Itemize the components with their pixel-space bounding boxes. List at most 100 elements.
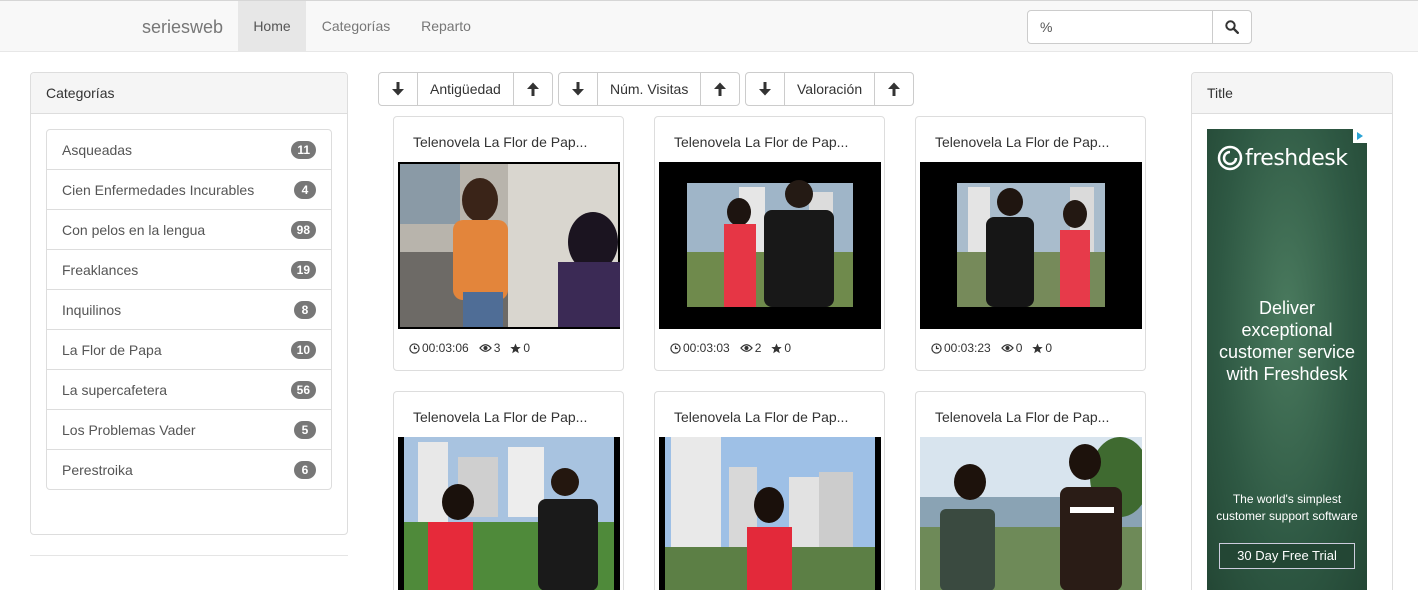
category-item[interactable]: Freaklances 19 (46, 249, 332, 290)
search-input[interactable] (1027, 10, 1213, 44)
category-item[interactable]: Perestroika 6 (46, 449, 332, 490)
brand-logo[interactable]: seriesweb (142, 17, 223, 38)
search-icon (1225, 20, 1239, 34)
category-count-badge: 98 (290, 221, 316, 239)
category-count-badge: 19 (290, 261, 316, 279)
category-count-badge: 5 (294, 421, 316, 439)
categories-panel: Categorías Asqueadas 11 Cien Enfermedades… (30, 72, 348, 535)
category-item[interactable]: Asqueadas 11 (46, 129, 332, 170)
category-item[interactable]: Los Problemas Vader 5 (46, 409, 332, 450)
video-thumbnail[interactable] (659, 162, 881, 329)
category-label: Los Problemas Vader (62, 422, 196, 438)
sort-asc-button[interactable] (512, 72, 553, 106)
video-card[interactable]: Telenovela La Flor de Pap... (393, 391, 624, 590)
arrow-down-icon (392, 82, 404, 96)
search-button[interactable] (1212, 10, 1252, 44)
category-item[interactable]: Inquilinos 8 (46, 289, 332, 330)
arrow-down-icon (759, 82, 771, 96)
category-label: Asqueadas (62, 142, 133, 158)
ad-cta-button[interactable]: 30 Day Free Trial (1219, 543, 1355, 569)
video-title[interactable]: Telenovela La Flor de Pap... (935, 134, 1109, 150)
ad-subtext-line: The world's simplest (1232, 492, 1342, 506)
video-card[interactable]: Telenovela La Flor de Pap... (654, 391, 885, 590)
video-card[interactable]: Telenovela La Flor de Pap... (915, 391, 1146, 590)
categories-panel-title: Categorías (31, 73, 347, 114)
video-thumbnail[interactable] (920, 162, 1142, 329)
video-card[interactable]: Telenovela La Flor de Pap... 00:03:06 3 … (393, 116, 624, 371)
star-icon (1032, 342, 1044, 353)
category-label: Con pelos en la lengua (62, 222, 206, 238)
sort-label[interactable]: Antigüedad (417, 72, 514, 106)
video-title[interactable]: Telenovela La Flor de Pap... (674, 134, 848, 150)
thumbnail-image (920, 437, 1142, 590)
sort-asc-button[interactable] (700, 72, 741, 106)
category-count-badge: 56 (290, 381, 316, 399)
clock-icon (670, 342, 681, 354)
video-meta: 00:03:03 2 0 (670, 341, 801, 355)
ad-headline-line: with Freshdesk (1226, 364, 1348, 384)
sort-label[interactable]: Valoración (784, 72, 876, 106)
eye-icon (478, 344, 492, 352)
video-duration: 00:03:03 (683, 341, 730, 355)
sort-asc-button[interactable] (874, 72, 915, 106)
ad-headline-line: exceptional (1241, 320, 1333, 340)
video-meta: 00:03:06 3 0 (409, 341, 540, 355)
category-item[interactable]: Cien Enfermedades Incurables 4 (46, 169, 332, 210)
ad-headline: Deliver exceptional customer service wit… (1207, 297, 1367, 385)
arrow-up-icon (714, 82, 727, 96)
sort-desc-button[interactable] (558, 72, 598, 106)
ad-subtext-line: customer support software (1216, 509, 1358, 523)
video-duration: 00:03:23 (944, 341, 991, 355)
video-title[interactable]: Telenovela La Flor de Pap... (413, 134, 587, 150)
nav-home[interactable]: Home (238, 1, 306, 52)
video-views: 2 (754, 341, 762, 355)
brand-prefix: series (142, 17, 191, 37)
sort-desc-button[interactable] (378, 72, 418, 106)
thumbnail-image (659, 437, 881, 590)
video-rating: 0 (1045, 341, 1053, 355)
video-card[interactable]: Telenovela La Flor de Pap... 00:03:23 0 … (915, 116, 1146, 371)
ad-subtext: The world's simplest customer support so… (1207, 491, 1367, 525)
video-title[interactable]: Telenovela La Flor de Pap... (413, 409, 587, 425)
ad-choices-icon[interactable] (1353, 129, 1367, 143)
freshdesk-logo-text: freshdesk (1245, 145, 1348, 171)
video-title[interactable]: Telenovela La Flor de Pap... (935, 409, 1109, 425)
clock-icon (931, 342, 942, 354)
video-views: 0 (1015, 341, 1023, 355)
sort-group-visitas: Núm. Visitas (558, 72, 741, 106)
sort-desc-button[interactable] (745, 72, 785, 106)
video-thumbnail[interactable] (659, 437, 881, 590)
category-item[interactable]: Con pelos en la lengua 98 (46, 209, 332, 250)
eye-icon (1000, 344, 1014, 352)
nav-categorias[interactable]: Categorías (306, 1, 406, 52)
arrow-up-icon (526, 82, 539, 96)
arrow-down-icon (572, 82, 584, 96)
video-rating: 0 (784, 341, 792, 355)
freshdesk-logo-icon (1217, 145, 1243, 171)
freshdesk-ad[interactable]: freshdesk Deliver exceptional customer s… (1207, 129, 1367, 590)
category-item[interactable]: La Flor de Papa 10 (46, 329, 332, 370)
ad-panel: Title freshdesk Deliver exceptional cust… (1191, 72, 1393, 590)
thumbnail-image (400, 164, 620, 327)
category-label: La supercafetera (62, 382, 168, 398)
divider (30, 555, 348, 556)
brand-suffix: web (190, 17, 224, 37)
category-label: Cien Enfermedades Incurables (62, 182, 255, 198)
sort-label[interactable]: Núm. Visitas (597, 72, 702, 106)
video-thumbnail[interactable] (398, 437, 620, 590)
video-title[interactable]: Telenovela La Flor de Pap... (674, 409, 848, 425)
category-list: Asqueadas 11 Cien Enfermedades Incurables… (46, 129, 332, 490)
video-thumbnail[interactable] (920, 437, 1142, 590)
category-item[interactable]: La supercafetera 56 (46, 369, 332, 410)
video-duration: 00:03:06 (422, 341, 469, 355)
navbar: seriesweb Home Categorías Reparto (0, 0, 1418, 52)
category-label: Perestroika (62, 462, 133, 478)
video-card[interactable]: Telenovela La Flor de Pap... 00:03:03 2 … (654, 116, 885, 371)
category-count-badge: 6 (294, 461, 316, 479)
star-icon (510, 342, 522, 353)
eye-icon (739, 344, 753, 352)
video-thumbnail[interactable] (398, 162, 620, 329)
nav-reparto[interactable]: Reparto (406, 1, 486, 52)
category-label: Inquilinos (62, 302, 122, 318)
thumbnail-image (659, 162, 881, 329)
